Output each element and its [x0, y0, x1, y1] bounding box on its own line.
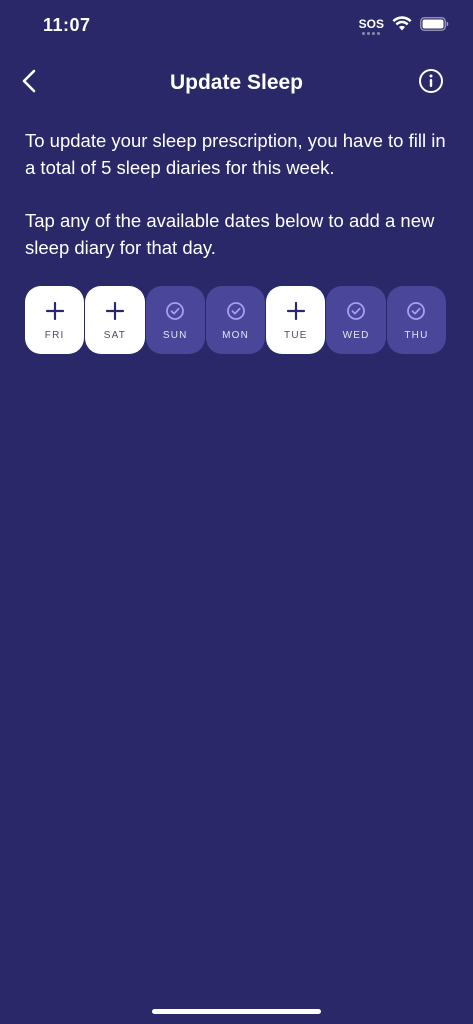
- info-button[interactable]: [417, 68, 445, 99]
- sos-signal-dots: [362, 31, 381, 35]
- check-circle-icon: [405, 300, 427, 322]
- day-fri-add-button[interactable]: FRI: [25, 286, 85, 354]
- day-label: TUE: [284, 330, 308, 341]
- page-title: Update Sleep: [169, 71, 304, 94]
- day-tue-add-button[interactable]: TUE: [266, 286, 326, 354]
- day-label: THU: [404, 330, 429, 341]
- check-circle-icon: [225, 300, 247, 322]
- wifi-icon: [392, 16, 412, 36]
- day-sun-completed[interactable]: SUN: [145, 286, 205, 354]
- home-indicator[interactable]: [152, 1009, 321, 1014]
- day-selector: FRI SAT SUN MON TUE WED THU: [25, 286, 447, 354]
- plus-icon: [285, 300, 307, 322]
- status-time: 11:07: [43, 15, 91, 35]
- check-circle-icon: [345, 300, 367, 322]
- day-label: SAT: [103, 330, 127, 341]
- day-thu-completed[interactable]: THU: [386, 286, 447, 354]
- battery-icon: [420, 16, 449, 36]
- sos-label: SOS: [358, 16, 384, 31]
- instructions: To update your sleep prescription, you h…: [25, 127, 448, 261]
- day-sat-add-button[interactable]: SAT: [85, 286, 145, 354]
- day-label: SUN: [162, 330, 188, 341]
- info-circle-icon: [418, 68, 444, 99]
- day-label: MON: [222, 330, 249, 341]
- day-label: FRI: [44, 330, 65, 341]
- status-bar: 11:07 SOS: [0, 0, 473, 54]
- instruction-paragraph-1: To update your sleep prescription, you h…: [25, 130, 446, 178]
- plus-icon: [44, 300, 66, 322]
- day-mon-completed[interactable]: MON: [205, 286, 266, 354]
- check-circle-icon: [164, 300, 186, 322]
- nav-bar: Update Sleep: [0, 64, 473, 102]
- sos-indicator: SOS: [359, 18, 384, 35]
- day-label: WED: [342, 330, 370, 341]
- instruction-paragraph-2: Tap any of the available dates below to …: [25, 210, 435, 258]
- day-wed-completed[interactable]: WED: [326, 286, 386, 354]
- plus-icon: [104, 300, 126, 322]
- status-indicators: SOS: [359, 16, 449, 36]
